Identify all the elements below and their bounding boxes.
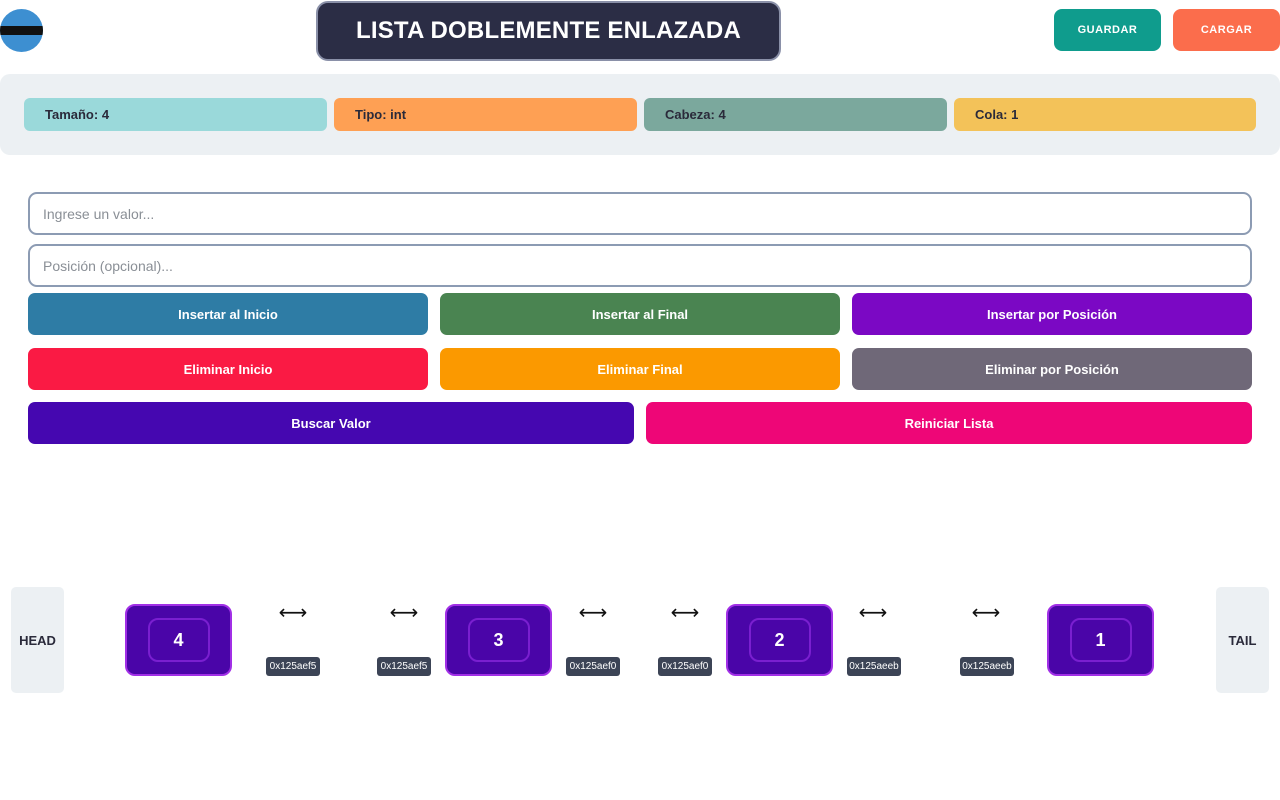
app-root: LISTA DOBLEMENTE ENLAZADA GUARDAR CARGAR… [0, 0, 1280, 800]
double-arrow-icon: ⟷ [858, 602, 888, 624]
address-badge: 0x125aef5 [266, 657, 320, 676]
double-arrow-icon: ⟷ [389, 602, 419, 624]
double-arrow-icon: ⟷ [971, 602, 1001, 624]
address-badge: 0x125aef0 [658, 657, 712, 676]
load-button[interactable]: CARGAR [1173, 9, 1280, 51]
page-title-text: LISTA DOBLEMENTE ENLAZADA [356, 17, 741, 44]
list-node[interactable]: 1 [1047, 604, 1154, 676]
stat-tail: Cola: 1 [954, 98, 1256, 131]
insert-position-button[interactable]: Insertar por Posición [852, 293, 1252, 335]
page-title: LISTA DOBLEMENTE ENLAZADA [316, 1, 781, 61]
address-badge: 0x125aeeb [960, 657, 1014, 676]
node-value: 1 [1069, 618, 1132, 662]
stat-type: Tipo: int [334, 98, 637, 131]
stat-size: Tamaño: 4 [24, 98, 327, 131]
search-button[interactable]: Buscar Valor [28, 402, 634, 444]
delete-position-button[interactable]: Eliminar por Posición [852, 348, 1252, 390]
save-button[interactable]: GUARDAR [1054, 9, 1161, 51]
double-arrow-icon: ⟷ [278, 602, 308, 624]
stats-panel: Tamaño: 4 Tipo: int Cabeza: 4 Cola: 1 [0, 74, 1280, 155]
list-node[interactable]: 3 [445, 604, 552, 676]
address-badge: 0x125aeeb [847, 657, 901, 676]
list-node[interactable]: 4 [125, 604, 232, 676]
double-arrow-icon: ⟷ [670, 602, 700, 624]
double-arrow-icon: ⟷ [578, 602, 608, 624]
reset-button[interactable]: Reiniciar Lista [646, 402, 1252, 444]
address-badge: 0x125aef5 [377, 657, 431, 676]
list-node[interactable]: 2 [726, 604, 833, 676]
logo-icon [0, 9, 43, 52]
position-input[interactable] [28, 244, 1252, 287]
insert-start-button[interactable]: Insertar al Inicio [28, 293, 428, 335]
stat-head: Cabeza: 4 [644, 98, 947, 131]
delete-start-button[interactable]: Eliminar Inicio [28, 348, 428, 390]
value-input[interactable] [28, 192, 1252, 235]
tail-label: TAIL [1216, 587, 1269, 693]
head-label: HEAD [11, 587, 64, 693]
node-value: 4 [147, 618, 210, 662]
delete-end-button[interactable]: Eliminar Final [440, 348, 840, 390]
address-badge: 0x125aef0 [566, 657, 620, 676]
insert-end-button[interactable]: Insertar al Final [440, 293, 840, 335]
node-value: 3 [467, 618, 530, 662]
node-value: 2 [748, 618, 811, 662]
